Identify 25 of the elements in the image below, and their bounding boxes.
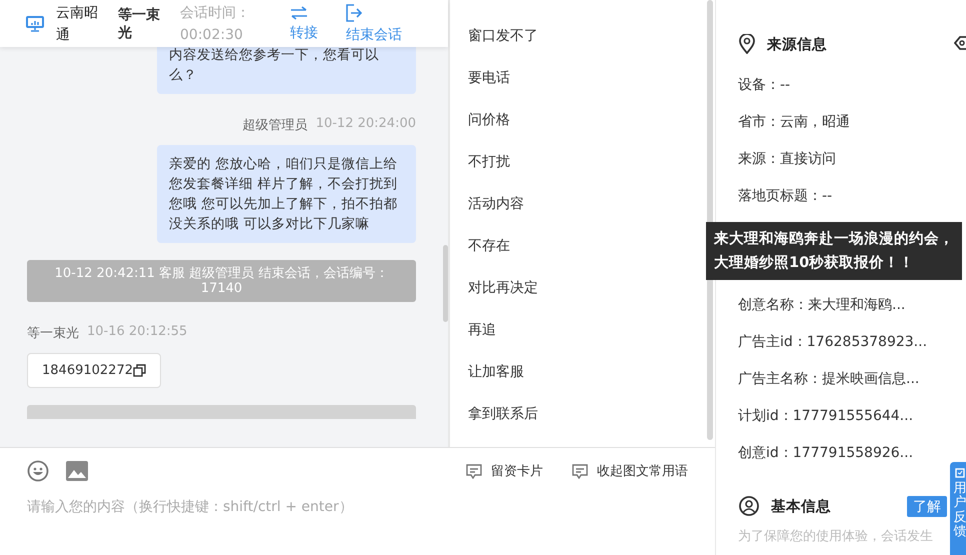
info-row-text: 计划id：177791555644... (738, 407, 914, 426)
info-row-text: 创意id：177791558926... (738, 444, 914, 463)
section-title: 基本信息 (771, 498, 831, 516)
region-label: 云南昭通 (56, 4, 98, 44)
system-message: 10-12 20:42:11 客服 超级管理员 结束会话，会话编号：17140 (27, 260, 416, 302)
info-row-text: 落地页标题：-- (738, 187, 832, 206)
privacy-note: 为了保障您的使用体验，会话发生 (738, 528, 933, 545)
info-row-text: 来源：直接访问 (738, 150, 836, 169)
info-row-text: 省市：云南，昭通 (738, 113, 850, 132)
info-row-text: 广告主id：176285378923... (738, 333, 928, 352)
message-time: 10-16 20:12:55 (87, 324, 188, 341)
section-title: 来源信息 (767, 36, 827, 54)
tooltip: 来大理和海鸥奔赴一场浪漫的约会，大理婚纱照10秒获取报价！！ (706, 222, 962, 280)
info-row-text: 创意名称：来大理和海鸥... (738, 296, 906, 315)
session-time-value: 00:02:30 (180, 26, 244, 44)
sender-name: 等一束光 (27, 325, 79, 342)
message-bubble: 亲爱的 您放心哈，咱们只是微信上给您发套餐详细 样片了解，不会打扰到您哦 您可以先加上了解下，拍不拍都没关系的哦 可以多对比下几家嘛 (157, 145, 416, 243)
session-time-label: 会话时间： (180, 4, 251, 22)
message-time: 10-12 20:24:00 (316, 116, 416, 133)
phone-message: 18469102272 (27, 353, 161, 388)
info-row-text: 设备：-- (738, 76, 790, 95)
sender-name: 超级管理员 (242, 117, 308, 134)
info-row-text: 广告主名称：提米映画信息... (738, 370, 920, 389)
message-bubble: 内容发送给您参考一下，您看可以么？ (157, 47, 416, 94)
visitor-name: 等一束光 (118, 6, 161, 42)
